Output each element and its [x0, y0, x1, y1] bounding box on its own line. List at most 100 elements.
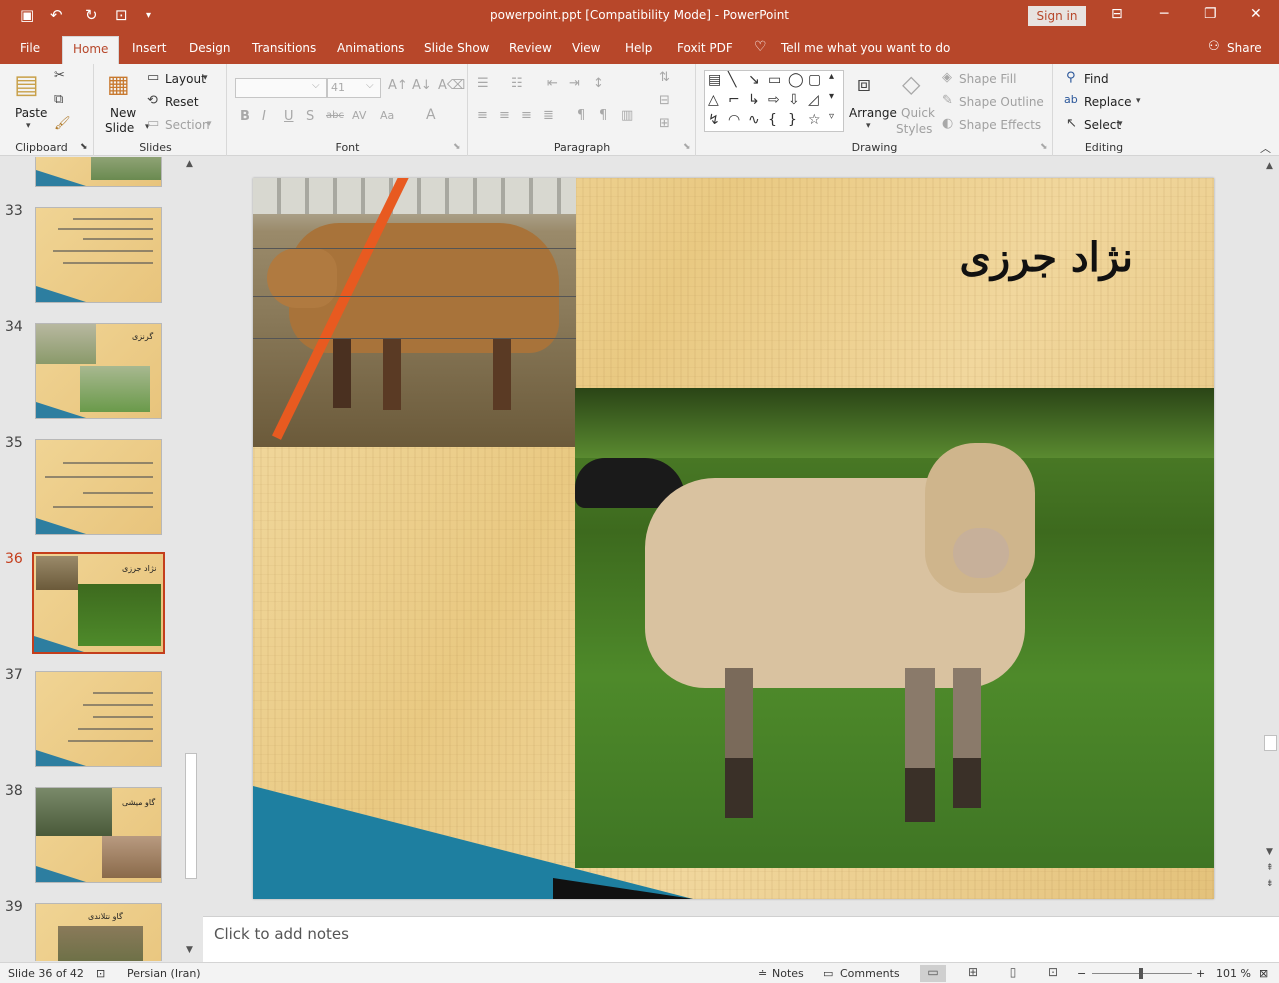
slide-canvas[interactable]: نژاد جرزی: [253, 178, 1214, 899]
shapes-gallery[interactable]: ▤ ╲ ↘ ▭ ◯ ▢ △ ⌐ ↳ ⇨ ⇩ ◿ ↯ ◠ ∿ { } ☆ ▴ ▾ …: [704, 70, 844, 132]
new-slide-button-line2[interactable]: Slide: [105, 121, 134, 135]
underline-icon[interactable]: U: [284, 109, 294, 124]
find-icon[interactable]: ⚲: [1066, 70, 1076, 85]
scroll-down-icon[interactable]: ▼: [186, 945, 193, 955]
editor-scroll-thumb[interactable]: [1264, 735, 1277, 751]
spelling-icon[interactable]: ⊡: [96, 967, 105, 980]
gallery-down-icon[interactable]: ▾: [829, 91, 834, 102]
collapse-ribbon-icon[interactable]: ︿: [1260, 140, 1271, 156]
tab-design[interactable]: Design: [189, 41, 230, 55]
layout-button[interactable]: Layout: [165, 72, 206, 86]
tab-help[interactable]: Help: [625, 41, 652, 55]
italic-icon[interactable]: I: [262, 109, 266, 124]
normal-view-icon[interactable]: ▭: [920, 965, 946, 982]
minimize-icon[interactable]: ─: [1160, 6, 1168, 22]
shape-fill-icon[interactable]: ◈: [942, 70, 952, 85]
zoom-out-icon[interactable]: −: [1077, 967, 1086, 980]
replace-dropdown-icon[interactable]: ▾: [1136, 96, 1141, 106]
strikethrough-icon[interactable]: abc: [326, 110, 344, 121]
tab-home[interactable]: Home: [62, 36, 120, 64]
replace-button[interactable]: Replace: [1084, 95, 1131, 109]
tab-transitions[interactable]: Transitions: [252, 41, 316, 55]
rounded-rect-shape-icon[interactable]: ▢: [808, 72, 821, 88]
slide-thumbnail-36[interactable]: نژاد جرزی: [32, 552, 165, 654]
notes-placeholder[interactable]: Click to add notes: [214, 925, 349, 943]
comments-button[interactable]: Comments: [840, 967, 900, 980]
rtl-icon[interactable]: ¶: [577, 108, 585, 123]
shape-effects-button[interactable]: Shape Effects: [959, 118, 1041, 132]
reset-icon[interactable]: ⟲: [147, 93, 158, 108]
numbering-icon[interactable]: ☷: [511, 76, 523, 91]
font-size-dropdown-icon[interactable]: ⌵: [366, 80, 374, 91]
align-text-icon[interactable]: ⊟: [659, 93, 670, 108]
next-slide-icon[interactable]: ⇟: [1266, 879, 1274, 889]
slide-sorter-icon[interactable]: ⊞: [960, 965, 986, 982]
slide-thumbnail-35[interactable]: [35, 439, 162, 535]
gallery-more-icon[interactable]: ▿: [829, 111, 834, 122]
section-dropdown-icon[interactable]: ▾: [207, 119, 212, 129]
quick-styles-button[interactable]: Quick: [901, 106, 935, 120]
bold-icon[interactable]: B: [240, 109, 250, 124]
clear-formatting-icon[interactable]: A⌫: [438, 78, 465, 93]
bullets-icon[interactable]: ☰: [477, 76, 489, 91]
oval-shape-icon[interactable]: ◯: [788, 72, 804, 88]
zoom-slider-knob[interactable]: [1139, 968, 1143, 979]
down-arrow-shape-icon[interactable]: ⇩: [788, 92, 800, 108]
right-arrow-shape-icon[interactable]: ⇨: [768, 92, 780, 108]
slide-title[interactable]: نژاد جرزی: [853, 234, 1133, 281]
shadow-icon[interactable]: S: [306, 109, 314, 124]
thumbnail-scrollbar[interactable]: ▲ ▼: [184, 157, 198, 961]
smartart-icon[interactable]: ⊞: [659, 116, 670, 131]
restore-icon[interactable]: ❐: [1204, 6, 1217, 22]
arrange-dropdown-icon[interactable]: ▾: [866, 121, 871, 131]
select-icon[interactable]: ↖: [1066, 116, 1077, 131]
tab-view[interactable]: View: [572, 41, 600, 55]
font-color-icon[interactable]: A: [426, 107, 436, 123]
ribbon-display-options-icon[interactable]: ⊟: [1111, 6, 1123, 22]
format-painter-icon[interactable]: 🖌: [54, 116, 71, 131]
close-icon[interactable]: ✕: [1250, 6, 1262, 22]
notes-pane[interactable]: Click to add notes: [203, 916, 1279, 962]
layout-icon[interactable]: ▭: [147, 70, 159, 85]
left-brace-icon[interactable]: {: [768, 112, 777, 128]
shape-effects-icon[interactable]: ◐: [942, 116, 953, 131]
arrange-icon[interactable]: ⧈: [857, 72, 871, 97]
replace-icon[interactable]: ab: [1064, 93, 1078, 106]
reset-button[interactable]: Reset: [165, 95, 199, 109]
find-button[interactable]: Find: [1084, 72, 1109, 86]
arrow-shape-icon[interactable]: ↘: [748, 72, 760, 88]
freeform-shape-icon[interactable]: ↯: [708, 112, 720, 128]
comments-icon[interactable]: ▭: [823, 967, 833, 980]
thumbnail-scroll-thumb[interactable]: [185, 753, 197, 879]
slide-thumbnail-37[interactable]: [35, 671, 162, 767]
character-spacing-icon[interactable]: AV: [352, 109, 366, 122]
ltr-icon[interactable]: ¶: [599, 108, 607, 123]
tab-foxit-pdf[interactable]: Foxit PDF: [677, 41, 733, 55]
increase-indent-icon[interactable]: ⇥: [569, 76, 580, 91]
sign-in-button[interactable]: Sign in: [1028, 6, 1086, 26]
new-slide-button[interactable]: New: [110, 106, 136, 120]
slide-thumbnail-38[interactable]: گاو میشی: [35, 787, 162, 883]
text-direction-icon[interactable]: ⇅: [659, 70, 670, 85]
paste-button[interactable]: Paste: [15, 106, 47, 120]
zoom-level[interactable]: 101 %: [1216, 967, 1251, 980]
editor-scroll-down-icon[interactable]: ▼: [1266, 847, 1273, 857]
shape-fill-button[interactable]: Shape Fill: [959, 72, 1016, 86]
tab-insert[interactable]: Insert: [132, 41, 166, 55]
curved-line-icon[interactable]: ∿: [748, 112, 760, 128]
slide-thumbnail-32[interactable]: [35, 157, 162, 187]
elbow-connector-icon[interactable]: ⌐: [728, 92, 740, 108]
align-right-icon[interactable]: ≡: [521, 108, 532, 123]
gallery-up-icon[interactable]: ▴: [829, 71, 834, 82]
decrease-font-icon[interactable]: A↓: [412, 78, 432, 93]
quick-styles-button-line2[interactable]: Styles: [896, 122, 932, 136]
increase-font-icon[interactable]: A↑: [388, 78, 408, 93]
paste-dropdown-icon[interactable]: ▾: [26, 121, 31, 131]
shape-outline-button[interactable]: Shape Outline: [959, 95, 1044, 109]
line-shape-icon[interactable]: ╲: [728, 72, 736, 88]
layout-dropdown-icon[interactable]: ▾: [203, 73, 208, 83]
align-center-icon[interactable]: ≡: [499, 108, 510, 123]
justify-icon[interactable]: ≣: [543, 108, 554, 123]
tab-file[interactable]: File: [20, 41, 40, 55]
tab-slide-show[interactable]: Slide Show: [424, 41, 489, 55]
